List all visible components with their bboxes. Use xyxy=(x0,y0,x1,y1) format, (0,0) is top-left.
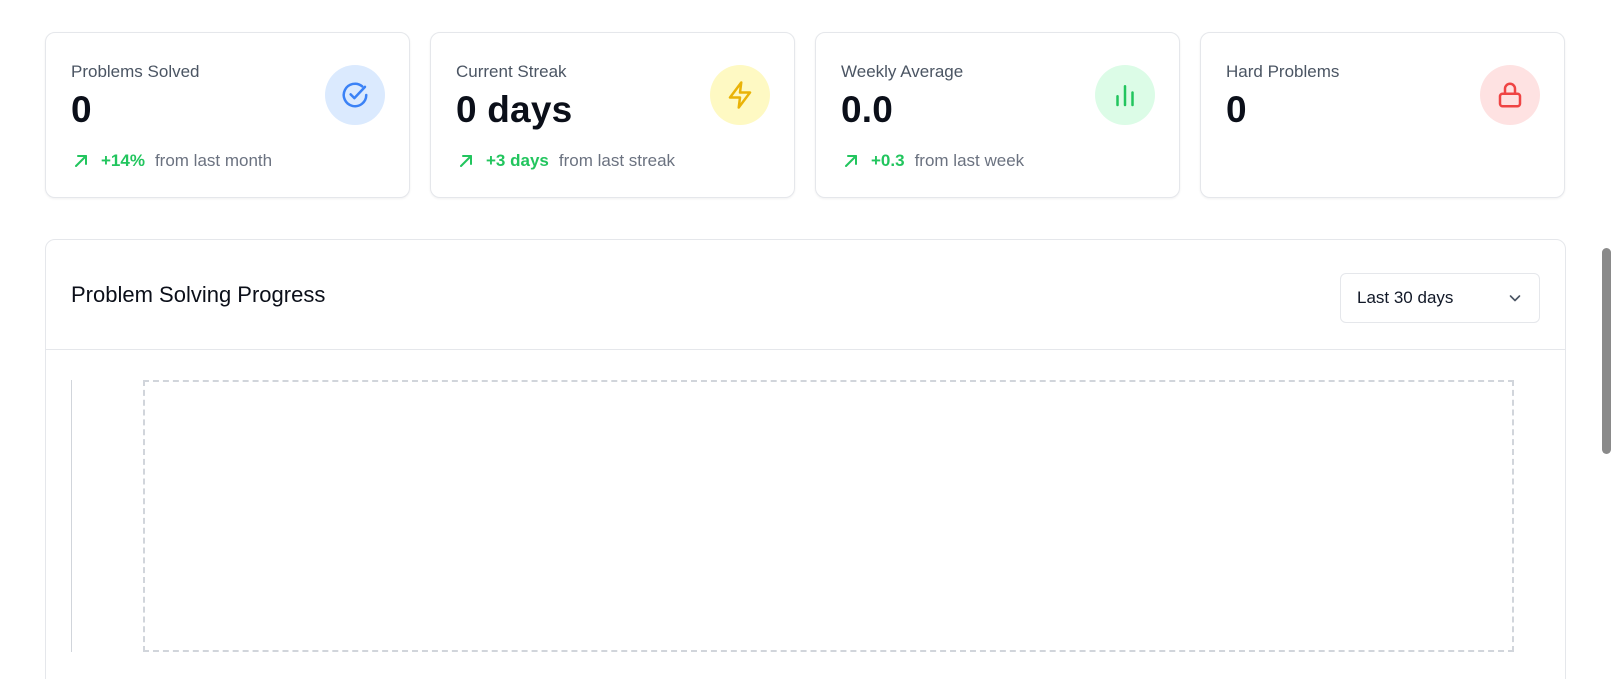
stat-trend: +0.3 from last week xyxy=(841,151,1024,171)
chevron-down-icon xyxy=(1507,290,1523,306)
stat-title: Problems Solved xyxy=(71,62,200,81)
stat-value: 0 xyxy=(71,89,92,130)
stat-value: 0 xyxy=(1226,89,1247,130)
trend-delta: +3 days xyxy=(486,151,549,170)
date-range-value: Last 30 days xyxy=(1357,288,1454,307)
panel-title: Problem Solving Progress xyxy=(71,282,326,307)
stat-value: 0.0 xyxy=(841,89,894,130)
date-range-select[interactable]: Last 30 days xyxy=(1340,273,1540,323)
progress-chart xyxy=(71,380,1529,652)
stat-card-current-streak: Current Streak 0 days +3 days from last … xyxy=(430,32,795,198)
stat-title: Current Streak xyxy=(456,62,567,81)
stat-card-hard-problems: Hard Problems 0 xyxy=(1200,32,1565,198)
progress-panel-header: Problem Solving Progress Last 30 days xyxy=(46,240,1565,350)
scrollbar-thumb[interactable] xyxy=(1602,248,1611,454)
dashboard-page: Problems Solved 0 +14% from last month C… xyxy=(0,0,1614,679)
lightning-icon xyxy=(710,65,770,125)
stat-card-weekly-average: Weekly Average 0.0 +0.3 from last week xyxy=(815,32,1180,198)
chart-y-axis xyxy=(71,380,72,652)
stat-title: Hard Problems xyxy=(1226,62,1340,81)
trend-delta: +14% xyxy=(101,151,145,170)
stat-trend: +3 days from last streak xyxy=(456,151,675,171)
progress-panel: Problem Solving Progress Last 30 days xyxy=(45,239,1566,679)
trend-delta: +0.3 xyxy=(871,151,905,170)
trend-note: from last streak xyxy=(558,151,676,170)
stats-row: Problems Solved 0 +14% from last month C… xyxy=(45,32,1565,198)
stat-value: 0 days xyxy=(456,89,573,130)
scrollbar-track[interactable] xyxy=(1598,0,1614,679)
trend-note: from last week xyxy=(914,151,1025,170)
trend-up-arrow-icon xyxy=(71,151,91,171)
stat-card-problems-solved: Problems Solved 0 +14% from last month xyxy=(45,32,410,198)
bar-chart-icon xyxy=(1095,65,1155,125)
chart-plot-area xyxy=(143,380,1514,652)
lock-icon xyxy=(1480,65,1540,125)
stat-trend: +14% from last month xyxy=(71,151,272,171)
trend-note: from last month xyxy=(154,151,273,170)
trend-up-arrow-icon xyxy=(456,151,476,171)
stat-title: Weekly Average xyxy=(841,62,964,81)
check-circle-icon xyxy=(325,65,385,125)
trend-up-arrow-icon xyxy=(841,151,861,171)
